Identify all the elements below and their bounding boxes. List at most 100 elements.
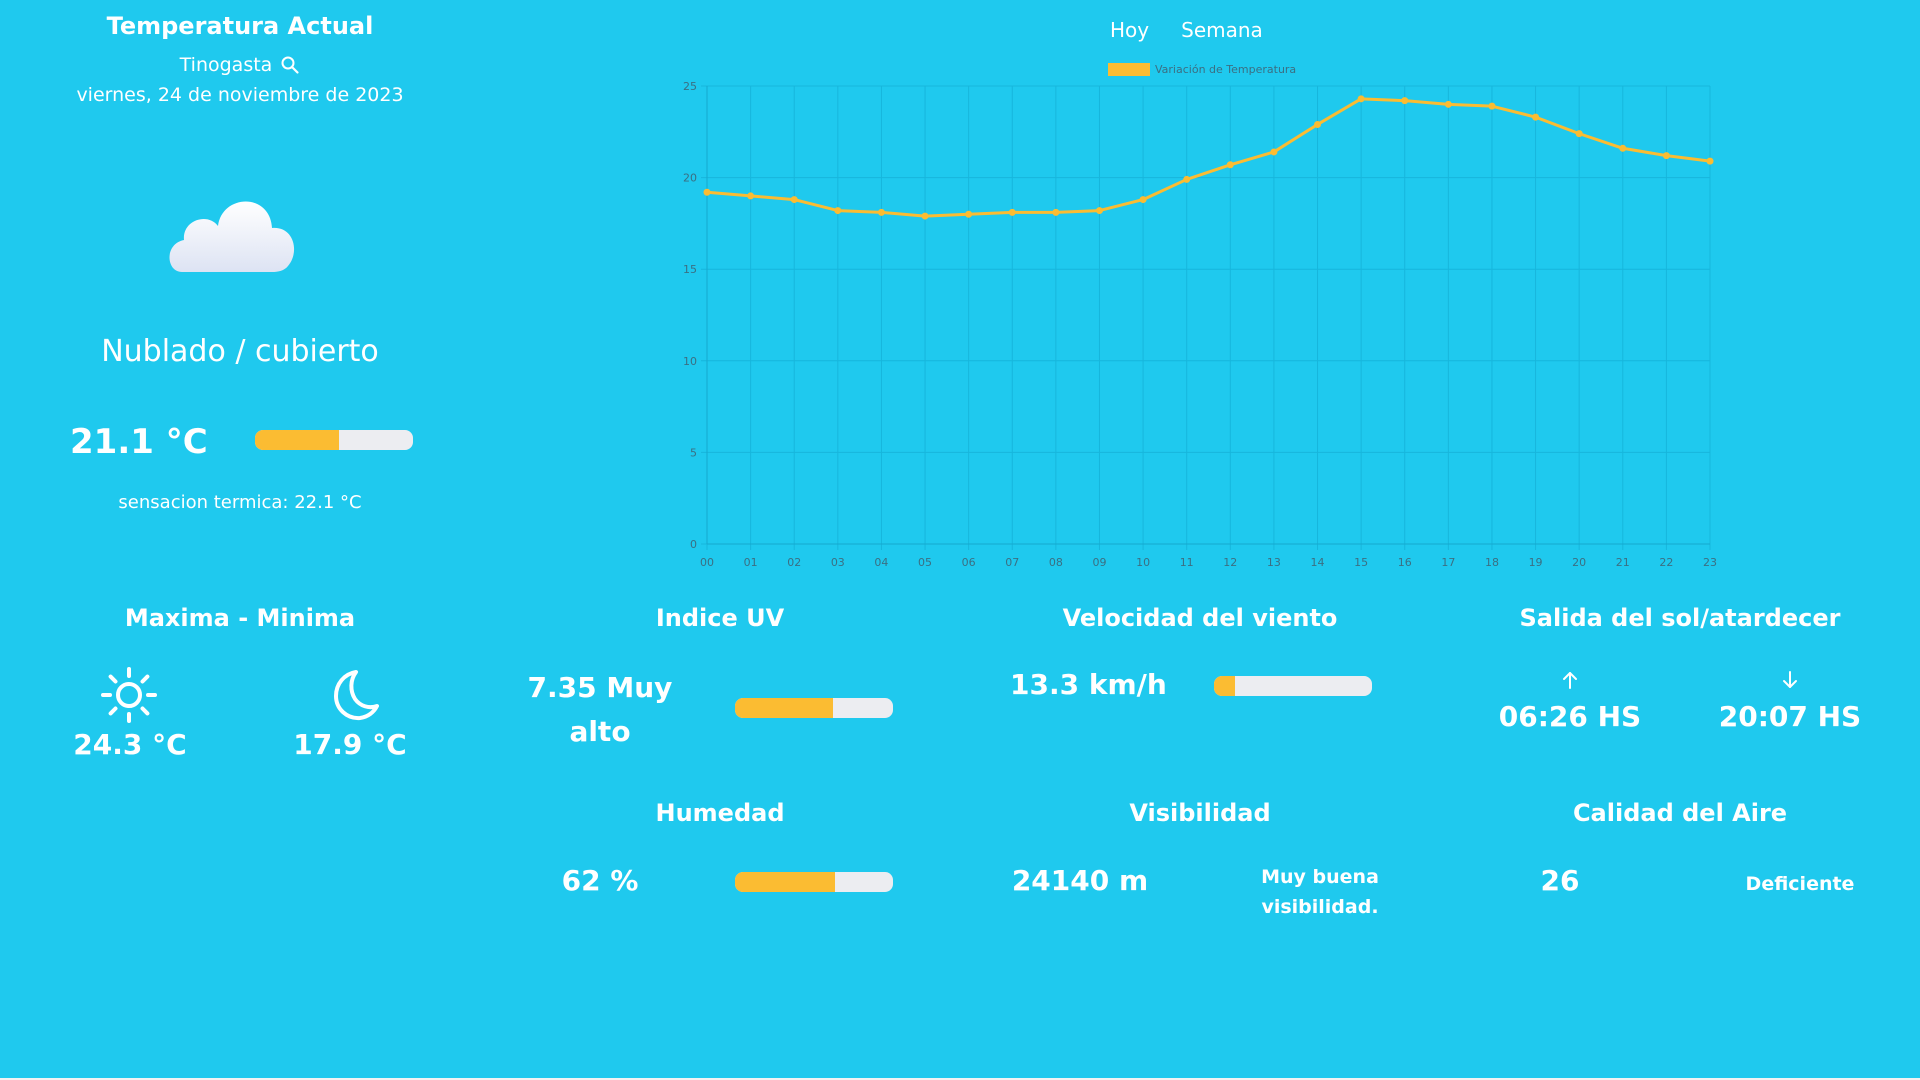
weather-condition: Nublado / cubierto	[101, 334, 379, 369]
data-point	[1008, 208, 1016, 216]
air-quality-value: 26	[1540, 864, 1580, 897]
x-tick-label: 04	[874, 556, 888, 569]
uv-bar	[735, 698, 893, 718]
visibility-value: 24140 m	[1011, 864, 1149, 897]
temperature-chart: 051015202500 01 02 03 04 05 06 07 08 09 10 11 12 13 14…	[683, 63, 1717, 569]
data-point	[1575, 130, 1583, 138]
data-point	[1401, 97, 1409, 105]
wind-bar-fill	[1214, 676, 1235, 696]
sunrise-time: 06:26 HS	[1498, 700, 1642, 733]
wind-value: 13.3 km/h	[1010, 668, 1167, 701]
humidity-bar-fill	[735, 872, 835, 892]
tab-hoy[interactable]: Hoy	[1110, 18, 1149, 42]
data-point	[1706, 157, 1714, 165]
humidity-title: Humedad	[655, 799, 785, 827]
visibility-title: Visibilidad	[1129, 799, 1271, 827]
data-point	[747, 192, 755, 200]
x-tick-label: 13	[1267, 556, 1281, 569]
wind-bar	[1214, 676, 1372, 696]
x-tick-label: 11	[1180, 556, 1194, 569]
x-tick-label: 09	[1092, 556, 1106, 569]
data-point	[1270, 148, 1278, 156]
humidity-value: 62 %	[561, 864, 639, 897]
humidity-bar	[735, 872, 893, 892]
x-tick-label: 15	[1354, 556, 1368, 569]
air-quality-text: Deficiente	[1745, 873, 1855, 895]
legend-swatch	[1108, 63, 1150, 76]
x-tick-label: 10	[1136, 556, 1150, 569]
data-point	[1488, 102, 1496, 110]
series-line	[706, 97, 1711, 218]
x-tick-label: 07	[1005, 556, 1019, 569]
x-tick-label: 00	[700, 556, 714, 569]
search-icon[interactable]	[280, 55, 300, 75]
data-point	[834, 207, 842, 215]
temperature-bar-fill	[255, 430, 339, 450]
x-tick-label: 02	[787, 556, 801, 569]
data-point	[965, 210, 973, 218]
x-tick-label: 03	[831, 556, 845, 569]
uv-value: 7.35 Muy alto	[527, 671, 673, 748]
data-point	[703, 188, 711, 196]
data-point	[1662, 152, 1670, 160]
current-date: viernes, 24 de noviembre de 2023	[76, 84, 404, 106]
x-tick-label: 14	[1311, 556, 1325, 569]
data-point	[1314, 120, 1322, 128]
x-tick-label: 05	[918, 556, 932, 569]
data-point	[1444, 100, 1452, 108]
y-tick-label: 15	[683, 263, 697, 276]
current-title: Temperatura Actual	[106, 12, 374, 40]
data-point	[1095, 207, 1103, 215]
temperature-bar	[255, 430, 413, 450]
data-point	[1357, 95, 1365, 103]
location-row: Tinogasta	[0, 54, 480, 76]
x-tick-label: 01	[744, 556, 758, 569]
data-point	[1532, 113, 1540, 121]
data-point	[790, 196, 798, 204]
data-point	[1619, 144, 1627, 152]
data-point	[1183, 175, 1191, 183]
air-quality-title: Calidad del Aire	[1572, 799, 1788, 827]
y-tick-label: 20	[683, 172, 697, 185]
chart-tabs: Hoy Semana	[1110, 18, 1263, 42]
cloud-icon	[160, 180, 310, 280]
data-point	[1226, 161, 1234, 169]
visibility-text: Muy buena visibilidad.	[1261, 866, 1379, 918]
maxmin-title: Maxima - Minima	[124, 604, 356, 632]
y-tick-label: 0	[690, 538, 697, 551]
data-point	[877, 208, 885, 216]
x-tick-label: 21	[1616, 556, 1630, 569]
location-name: Tinogasta	[179, 54, 273, 76]
moon-icon	[324, 666, 382, 724]
tab-semana[interactable]: Semana	[1181, 18, 1263, 42]
uv-bar-fill	[735, 698, 833, 718]
data-point	[1052, 208, 1060, 216]
x-tick-label: 19	[1529, 556, 1543, 569]
x-tick-label: 18	[1485, 556, 1499, 569]
legend-label: Variación de Temperatura	[1155, 63, 1296, 76]
wind-title: Velocidad del viento	[1062, 604, 1338, 632]
x-tick-label: 17	[1441, 556, 1455, 569]
min-temperature: 17.9 °C	[293, 728, 407, 761]
sun-icon	[100, 666, 158, 724]
x-tick-label: 22	[1659, 556, 1673, 569]
x-tick-label: 08	[1049, 556, 1063, 569]
x-tick-label: 16	[1398, 556, 1412, 569]
sun-title: Salida del sol/atardecer	[1519, 604, 1841, 632]
sunset-time: 20:07 HS	[1718, 700, 1862, 733]
x-tick-label: 23	[1703, 556, 1717, 569]
x-tick-label: 12	[1223, 556, 1237, 569]
y-tick-label: 5	[690, 446, 697, 459]
x-tick-label: 20	[1572, 556, 1586, 569]
data-point	[1139, 196, 1147, 204]
feels-like: sensacion termica: 22.1 °C	[118, 492, 362, 513]
arrow-up-icon	[1560, 670, 1580, 690]
y-tick-label: 10	[683, 355, 697, 368]
y-tick-label: 25	[683, 80, 697, 93]
data-point	[921, 212, 929, 220]
arrow-down-icon	[1780, 670, 1800, 690]
max-temperature: 24.3 °C	[73, 728, 187, 761]
x-tick-label: 06	[962, 556, 976, 569]
current-temperature: 21.1 °C	[70, 422, 208, 462]
uv-title: Indice UV	[655, 604, 785, 632]
